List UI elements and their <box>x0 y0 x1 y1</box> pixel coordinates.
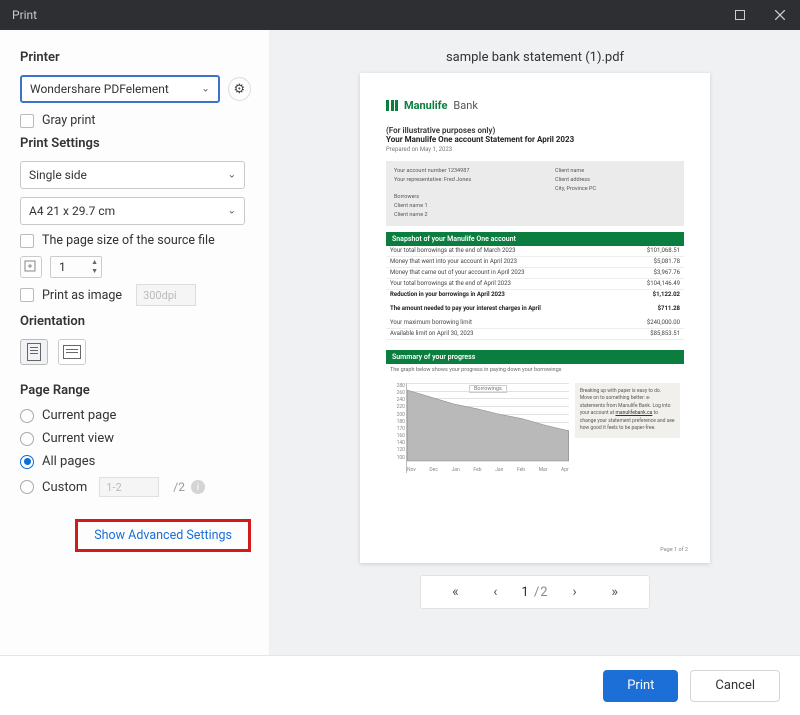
printer-section-title: Printer <box>20 50 251 65</box>
pager-last-button[interactable]: » <box>601 584 629 600</box>
advanced-settings-highlight: Show Advanced Settings <box>75 519 251 552</box>
chevron-down-icon: ⌄ <box>228 170 236 181</box>
doc-date: Prepared on May 1, 2023 <box>386 146 684 153</box>
preview-filename: sample bank statement (1).pdf <box>446 50 624 65</box>
info-icon: i <box>191 480 205 494</box>
pager-current: 1 <box>521 585 529 600</box>
portrait-icon <box>27 343 41 361</box>
account-info-block: Your account number 1234987Your represen… <box>386 161 684 226</box>
brand-logo: Manulife Bank <box>386 99 684 112</box>
pager-first-button[interactable]: « <box>441 584 469 600</box>
chevron-down-icon: ⌄ <box>201 84 209 95</box>
custom-range-total: /2 <box>173 480 185 494</box>
table-row: Your total borrowings at the end of Apri… <box>386 279 684 290</box>
source-size-checkbox-row[interactable]: The page size of the source file <box>20 233 251 248</box>
print-button[interactable]: Print <box>603 670 678 702</box>
row-bold-value: $1,122.02 <box>653 291 680 298</box>
paper-size-select[interactable]: A4 21 x 29.7 cm ⌄ <box>20 197 245 225</box>
cancel-button[interactable]: Cancel <box>690 670 780 702</box>
window-close-icon[interactable] <box>760 0 800 30</box>
row-bold-label: Reduction in your borrowings in April 20… <box>390 291 505 298</box>
range-custom[interactable]: Custom 1-2 /2 i <box>20 477 251 497</box>
pager-prev-button[interactable]: ‹ <box>481 584 509 600</box>
cancel-button-label: Cancel <box>715 678 755 693</box>
source-size-label: The page size of the source file <box>42 233 215 248</box>
progress-chart: 280260240220200180170160140120100 NovDec… <box>406 383 569 473</box>
chart-legend: Borrowings <box>469 385 507 393</box>
gray-print-checkbox[interactable] <box>20 114 34 128</box>
chevron-down-icon: ⌄ <box>228 206 236 217</box>
range-current-page-label: Current page <box>42 408 116 423</box>
step-down-icon[interactable]: ▼ <box>91 267 98 276</box>
print-button-label: Print <box>627 678 654 693</box>
orientation-landscape-button[interactable] <box>58 339 86 365</box>
range-all-pages-label: All pages <box>42 454 95 469</box>
range-current-view-label: Current view <box>42 431 114 446</box>
print-as-image-row[interactable]: Print as image 300dpi <box>20 284 251 306</box>
page-range-title: Page Range <box>20 383 251 398</box>
orientation-portrait-button[interactable] <box>20 339 48 365</box>
table-row: Your maximum borrowing limit$240,000.00 <box>386 318 684 329</box>
orientation-title: Orientation <box>20 314 251 329</box>
copies-stepper[interactable]: 1 ▲▼ <box>50 256 102 278</box>
printer-settings-button[interactable]: ⚙ <box>228 77 251 101</box>
doc-subtitle1: (For illustrative purposes only) <box>386 126 684 135</box>
section-header-summary: Summary of your progress <box>386 350 684 364</box>
table-row: Available limit on April 30, 2023$85,853… <box>386 329 684 340</box>
dpi-input: 300dpi <box>136 284 196 306</box>
brand-name: Manulife <box>404 99 447 112</box>
section-header-snapshot: Snapshot of your Manulife One account <box>386 232 684 246</box>
all-pages-radio[interactable] <box>20 455 34 469</box>
brand-suffix: Bank <box>453 99 478 112</box>
row-interest-value: $711.28 <box>658 305 680 312</box>
landscape-icon <box>63 345 81 359</box>
show-advanced-settings-link[interactable]: Show Advanced Settings <box>94 528 232 543</box>
paper-size-value: A4 21 x 29.7 cm <box>29 204 115 218</box>
copies-value: 1 <box>59 260 66 274</box>
printer-select[interactable]: Wondershare PDFelement ⌄ <box>20 75 220 103</box>
copies-icon <box>20 256 42 278</box>
printer-select-value: Wondershare PDFelement <box>30 82 169 96</box>
summary-note: The graph below shows your progress in p… <box>386 364 684 379</box>
range-custom-label: Custom <box>42 480 87 495</box>
window-title: Print <box>12 8 37 22</box>
range-all-pages[interactable]: All pages <box>20 454 251 469</box>
table-row: Money that came out of your account in A… <box>386 268 684 279</box>
window-maximize-icon[interactable] <box>720 0 760 30</box>
source-size-checkbox[interactable] <box>20 234 34 248</box>
gear-icon: ⚙ <box>234 82 246 97</box>
print-as-image-label: Print as image <box>42 288 122 303</box>
custom-range-input[interactable]: 1-2 <box>99 477 159 497</box>
print-as-image-checkbox[interactable] <box>20 288 34 302</box>
sides-select[interactable]: Single side ⌄ <box>20 161 245 189</box>
page-number-label: Page 1 of 2 <box>660 547 688 553</box>
preview-pager: « ‹ 1 /2 › » <box>420 575 650 609</box>
gray-print-label: Gray print <box>42 113 96 128</box>
range-current-view[interactable]: Current view <box>20 431 251 446</box>
paperless-note: Breaking up with paper is easy to do. Mo… <box>575 383 680 438</box>
range-current-page[interactable]: Current page <box>20 408 251 423</box>
pager-total: /2 <box>534 585 549 600</box>
step-up-icon[interactable]: ▲ <box>91 258 98 267</box>
table-row: Money that went into your account in Apr… <box>386 257 684 268</box>
preview-page: Manulife Bank (For illustrative purposes… <box>360 73 710 563</box>
row-interest-label: The amount needed to pay your interest c… <box>390 305 541 312</box>
table-row: Your total borrowings at the end of Marc… <box>386 246 684 257</box>
pager-next-button[interactable]: › <box>561 584 589 600</box>
print-settings-title: Print Settings <box>20 136 251 151</box>
sides-select-value: Single side <box>29 168 87 182</box>
doc-subtitle2: Your Manulife One account Statement for … <box>386 135 684 144</box>
gray-print-checkbox-row[interactable]: Gray print <box>20 113 251 128</box>
